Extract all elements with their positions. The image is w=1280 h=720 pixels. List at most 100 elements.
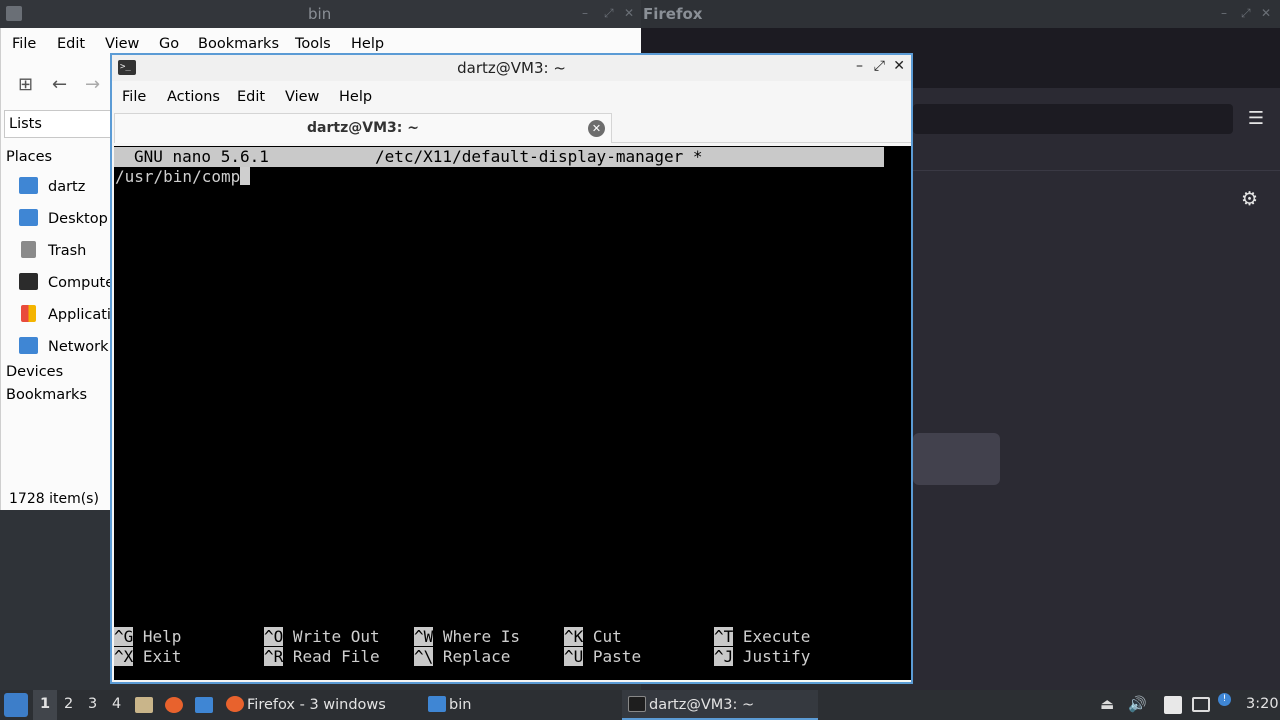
menu-view[interactable]: View bbox=[105, 36, 139, 52]
menu-file[interactable]: File bbox=[122, 89, 146, 105]
maximize-icon[interactable]: ⤢ bbox=[874, 58, 885, 74]
place-label: Network bbox=[48, 339, 109, 355]
start-menu-icon[interactable] bbox=[4, 693, 28, 717]
shortcut-key: ^O bbox=[264, 627, 284, 646]
places-heading[interactable]: Places bbox=[6, 149, 52, 165]
firefox-url-bar[interactable] bbox=[913, 104, 1233, 134]
workspace-3[interactable]: 3 bbox=[88, 696, 97, 712]
gear-icon[interactable]: ⚙ bbox=[1241, 188, 1258, 210]
shortcut-help: ^G Help bbox=[114, 627, 181, 647]
close-icon[interactable]: ✕ bbox=[1261, 6, 1271, 20]
menu-edit[interactable]: Edit bbox=[237, 89, 265, 105]
tab-close-icon[interactable]: ✕ bbox=[588, 120, 605, 137]
maximize-icon[interactable]: ⤢ bbox=[604, 6, 614, 21]
firefox-icon bbox=[165, 697, 183, 713]
nano-editor-screen[interactable]: GNU nano 5.6.1 /etc/X11/default-display-… bbox=[114, 146, 911, 680]
shortcut-read-file: ^R Read File bbox=[264, 647, 380, 667]
workspace-1[interactable]: 1 bbox=[40, 696, 50, 712]
side-pane-mode-label: Lists bbox=[9, 116, 42, 132]
close-icon[interactable]: ✕ bbox=[624, 6, 634, 20]
nano-filename: /etc/X11/default-display-manager * bbox=[375, 147, 703, 166]
menu-edit[interactable]: Edit bbox=[57, 36, 85, 52]
show-desktop-launcher-icon[interactable] bbox=[195, 697, 216, 714]
notification-icon[interactable]: ! bbox=[1218, 693, 1231, 706]
menu-help[interactable]: Help bbox=[339, 89, 372, 105]
shortcut-label: Write Out bbox=[292, 627, 380, 646]
menu-view[interactable]: View bbox=[285, 89, 319, 105]
shortcut-exit: ^X Exit bbox=[114, 647, 181, 667]
terminal-tab[interactable]: dartz@VM3: ~ ✕ bbox=[114, 113, 612, 143]
shortcut-paste: ^U Paste bbox=[564, 647, 641, 667]
place-item-computer[interactable]: Compute bbox=[19, 273, 114, 295]
workspace-2[interactable]: 2 bbox=[64, 696, 73, 712]
side-pane-mode-select[interactable]: Lists bbox=[4, 110, 112, 138]
place-item-network[interactable]: Network bbox=[19, 337, 109, 359]
shortcut-replace: ^\ Replace bbox=[414, 647, 510, 667]
shortcut-key: ^X bbox=[114, 647, 134, 666]
place-item-applications[interactable]: Applicati bbox=[19, 305, 111, 327]
terminal-titlebar[interactable]: >_ dartz@VM3: ~ – ⤢ ✕ bbox=[112, 55, 911, 81]
computer-icon bbox=[19, 273, 38, 290]
task-label: Firefox - 3 windows bbox=[247, 697, 386, 713]
desktop-icon bbox=[19, 209, 38, 226]
file-manager-titlebar[interactable]: bin – ⤢ ✕ bbox=[0, 0, 641, 28]
forward-arrow-icon[interactable]: → bbox=[85, 74, 100, 95]
task-label: bin bbox=[449, 697, 472, 713]
volume-icon[interactable]: 🔊 bbox=[1128, 695, 1147, 713]
place-item-home[interactable]: dartz bbox=[19, 177, 85, 199]
minimize-icon[interactable]: – bbox=[582, 6, 588, 20]
shortcut-write-out: ^O Write Out bbox=[264, 627, 380, 647]
task-firefox[interactable]: Firefox - 3 windows bbox=[226, 696, 386, 713]
clock[interactable]: 3:20 bbox=[1246, 696, 1279, 712]
place-label: Applicati bbox=[48, 307, 111, 323]
shortcut-key: ^T bbox=[714, 627, 734, 646]
task-file-manager[interactable]: bin bbox=[428, 696, 471, 713]
devices-heading[interactable]: Devices bbox=[6, 364, 63, 380]
shortcut-key: ^G bbox=[114, 627, 134, 646]
shortcut-key: ^W bbox=[414, 627, 434, 646]
menu-go[interactable]: Go bbox=[159, 36, 179, 52]
back-arrow-icon[interactable]: ← bbox=[52, 74, 67, 95]
nano-version: GNU nano 5.6.1 bbox=[134, 147, 269, 166]
place-item-desktop[interactable]: Desktop bbox=[19, 209, 108, 231]
terminal-icon bbox=[628, 696, 646, 712]
status-bar-count: 1728 item(s) bbox=[9, 491, 99, 507]
workspace-4[interactable]: 4 bbox=[112, 696, 121, 712]
maximize-icon[interactable]: ⤢ bbox=[1241, 6, 1251, 21]
shortcut-label: Replace bbox=[442, 647, 511, 666]
minimize-icon[interactable]: – bbox=[1221, 6, 1227, 20]
clipboard-icon[interactable] bbox=[1164, 696, 1182, 714]
place-item-trash[interactable]: Trash bbox=[19, 241, 86, 263]
shortcut-key: ^\ bbox=[414, 647, 434, 666]
shortcut-label: Execute bbox=[742, 627, 811, 646]
menu-actions[interactable]: Actions bbox=[167, 89, 220, 105]
file-manager-launcher-icon[interactable] bbox=[135, 697, 156, 714]
bookmarks-heading[interactable]: Bookmarks bbox=[6, 387, 87, 403]
task-terminal-inner: dartz@VM3: ~ bbox=[628, 696, 754, 713]
new-tab-icon[interactable]: ⊞ bbox=[18, 74, 33, 95]
task-terminal[interactable]: dartz@VM3: ~ bbox=[622, 690, 818, 720]
menu-bookmarks[interactable]: Bookmarks bbox=[198, 36, 279, 52]
shortcut-execute: ^T Execute bbox=[714, 627, 810, 647]
shortcut-key: ^K bbox=[564, 627, 584, 646]
shortcut-label: Justify bbox=[742, 647, 811, 666]
menu-hamburger-icon[interactable]: ☰ bbox=[1248, 108, 1264, 129]
terminal-window: >_ dartz@VM3: ~ – ⤢ ✕ File Actions Edit … bbox=[110, 53, 913, 684]
place-label: dartz bbox=[48, 179, 86, 195]
file-manager-title: bin bbox=[308, 5, 332, 23]
nano-text-line[interactable]: /usr/bin/comp bbox=[115, 167, 251, 187]
firefox-launcher-icon[interactable] bbox=[165, 697, 186, 714]
terminal-tab-label: dartz@VM3: ~ bbox=[307, 120, 419, 136]
shortcut-key: ^J bbox=[714, 647, 734, 666]
tab-divider bbox=[612, 142, 911, 143]
close-icon[interactable]: ✕ bbox=[893, 58, 905, 74]
menu-help[interactable]: Help bbox=[351, 36, 384, 52]
eject-icon[interactable]: ⏏ bbox=[1100, 695, 1114, 713]
firefox-card[interactable] bbox=[913, 433, 1000, 485]
minimize-icon[interactable]: – bbox=[856, 58, 863, 74]
menu-tools[interactable]: Tools bbox=[295, 36, 331, 52]
network-status-icon[interactable] bbox=[1192, 697, 1210, 712]
shortcut-label: Exit bbox=[142, 647, 182, 666]
firefox-titlebar[interactable]: Firefox – ⤢ ✕ bbox=[641, 0, 1280, 28]
menu-file[interactable]: File bbox=[12, 36, 36, 52]
